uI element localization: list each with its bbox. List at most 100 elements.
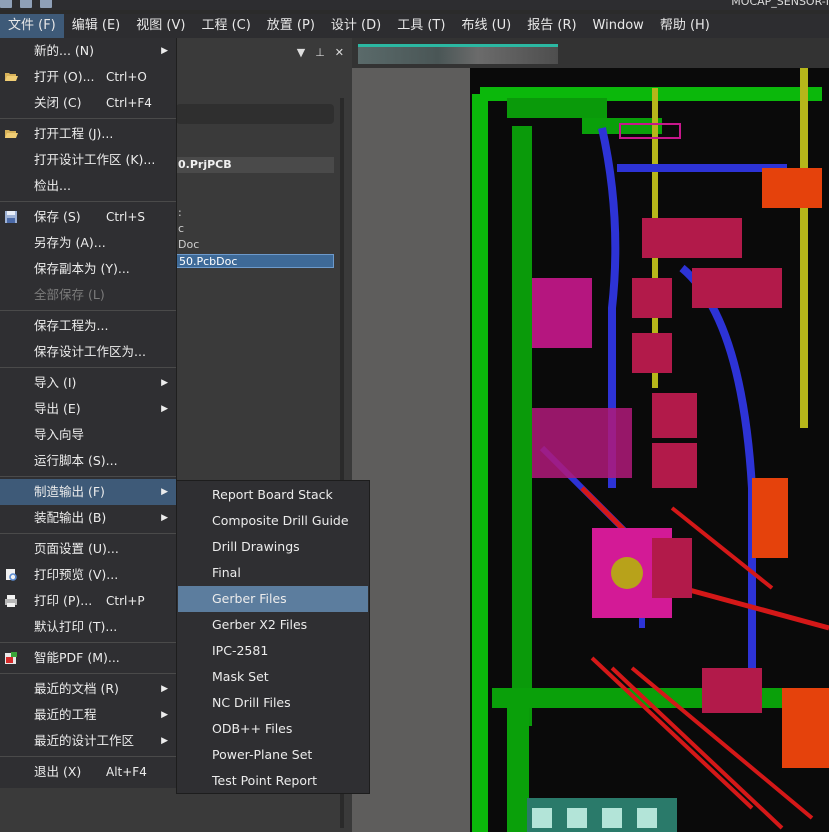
menu-separator [0,367,176,368]
file-menu-page-setup[interactable]: 页面设置 (U)... [0,536,176,562]
file-menu-save-project-as[interactable]: 保存工程为... [0,313,176,339]
project-tree-item[interactable]: c [176,222,334,236]
menu-route[interactable]: 布线 (U) [453,14,519,38]
project-tree-item[interactable]: Doc [176,238,334,252]
submenu-odb-files[interactable]: ODB++ Files [177,716,369,742]
submenu-final[interactable]: Final [177,560,369,586]
menu-item-label: 制造输出 (F) [34,484,105,499]
file-menu-assembly-outputs[interactable]: 装配输出 (B) ▶ [0,505,176,531]
menu-reports[interactable]: 报告 (R) [519,14,584,38]
menu-item-label: 导出 (E) [34,401,81,416]
file-menu-print[interactable]: 打印 (P)... Ctrl+P [0,588,176,614]
file-menu-run-script[interactable]: 运行脚本 (S)... [0,448,176,474]
file-menu-export[interactable]: 导出 (E) ▶ [0,396,176,422]
menu-item-label: 全部保存 (L) [34,287,105,302]
undo-icon[interactable] [40,0,52,8]
panel-search-input[interactable] [176,104,334,124]
file-menu-save-copy-as[interactable]: 保存副本为 (Y)... [0,256,176,282]
file-menu-recent-workspaces[interactable]: 最近的设计工作区 ▶ [0,728,176,754]
save-icon[interactable] [0,0,12,8]
menu-item-label: 导入 (I) [34,375,77,390]
menu-separator [0,201,176,202]
menu-help[interactable]: 帮助 (H) [652,14,718,38]
file-menu-recent-documents[interactable]: 最近的文档 (R) ▶ [0,676,176,702]
quick-access-toolbar [0,0,52,8]
menu-item-label: 打开工程 (J)... [34,126,114,141]
file-menu-open[interactable]: 打开 (O)... Ctrl+O [0,64,176,90]
menu-item-label: 保存设计工作区为... [34,344,146,359]
document-tab-strip [352,38,829,68]
file-menu-save-workspace-as[interactable]: 保存设计工作区为... [0,339,176,365]
menu-view[interactable]: 视图 (V) [128,14,193,38]
menu-edit[interactable]: 编辑 (E) [64,14,129,38]
project-tree-root[interactable]: 0.PrjPCB [176,157,334,173]
menu-item-label: 检出... [34,178,71,193]
menu-file[interactable]: 文件 (F) [0,14,64,38]
file-menu-checkout[interactable]: 检出... [0,173,176,199]
file-menu-default-print[interactable]: 默认打印 (T)... [0,614,176,640]
folder-open-icon [5,73,18,81]
document-tab[interactable] [358,44,558,64]
pcb-canvas[interactable] [352,68,829,832]
file-menu-save-as[interactable]: 另存为 (A)... [0,230,176,256]
menu-item-label: 保存副本为 (Y)... [34,261,130,276]
submenu-nc-drill-files[interactable]: NC Drill Files [177,690,369,716]
file-menu-fabrication-outputs[interactable]: 制造输出 (F) ▶ [0,479,176,505]
submenu-arrow-icon: ▶ [161,46,168,56]
menu-item-label: 打印预览 (V)... [34,567,119,582]
menu-item-shortcut: Alt+F4 [106,765,147,779]
menu-design[interactable]: 设计 (D) [323,14,389,38]
menu-item-label: 最近的设计工作区 [34,733,135,748]
pcb-document-area [352,38,829,832]
submenu-ipc-2581[interactable]: IPC-2581 [177,638,369,664]
submenu-mask-set[interactable]: Mask Set [177,664,369,690]
menu-item-label: 默认打印 (T)... [34,619,118,634]
menu-item-shortcut: Ctrl+S [106,210,146,224]
project-tree-item-selected[interactable]: 50.PcbDoc [176,254,334,268]
title-bar: MOCAP_SENSOR-I [0,0,829,10]
smart-pdf-icon [5,652,17,664]
menu-item-shortcut: Ctrl+F4 [106,96,152,110]
menu-place[interactable]: 放置 (P) [259,14,323,38]
submenu-test-point-report[interactable]: Test Point Report [177,768,369,794]
file-menu-print-preview[interactable]: 打印预览 (V)... [0,562,176,588]
folder-open-icon [5,130,18,138]
submenu-composite-drill-guide[interactable]: Composite Drill Guide [177,508,369,534]
submenu-gerber-x2-files[interactable]: Gerber X2 Files [177,612,369,638]
file-menu-open-project[interactable]: 打开工程 (J)... [0,121,176,147]
submenu-arrow-icon: ▶ [161,710,168,720]
menu-item-label: 智能PDF (M)... [34,650,120,665]
panel-header-controls: ▼ ⊥ ✕ [176,46,348,64]
submenu-report-board-stack[interactable]: Report Board Stack [177,482,369,508]
submenu-arrow-icon: ▶ [161,487,168,497]
project-tree-item[interactable]: : [176,206,334,220]
menu-item-label: 另存为 (A)... [34,235,106,250]
submenu-drill-drawings[interactable]: Drill Drawings [177,534,369,560]
close-icon[interactable]: ✕ [335,46,344,64]
menu-window[interactable]: Window [585,14,652,38]
chevron-down-icon[interactable]: ▼ [297,46,305,64]
pin-icon[interactable]: ⊥ [315,46,325,64]
file-menu-open-workspace[interactable]: 打开设计工作区 (K)... [0,147,176,173]
menu-item-label: 最近的文档 (R) [34,681,119,696]
file-menu-exit[interactable]: 退出 (X) Alt+F4 [0,759,176,785]
file-menu-close[interactable]: 关闭 (C) Ctrl+F4 [0,90,176,116]
fabrication-outputs-submenu: Report Board Stack Composite Drill Guide… [176,480,370,794]
file-menu-import-wizard[interactable]: 导入向导 [0,422,176,448]
save-all-icon[interactable] [20,0,32,8]
menu-tools[interactable]: 工具 (T) [389,14,453,38]
file-menu-import[interactable]: 导入 (I) ▶ [0,370,176,396]
file-menu-smart-pdf[interactable]: 智能PDF (M)... [0,645,176,671]
file-menu-save[interactable]: 保存 (S) Ctrl+S [0,204,176,230]
submenu-gerber-files[interactable]: Gerber Files [178,586,368,612]
submenu-arrow-icon: ▶ [161,404,168,414]
menu-item-label: 打印 (P)... [34,593,93,608]
menu-bar: 文件 (F) 编辑 (E) 视图 (V) 工程 (C) 放置 (P) 设计 (D… [0,14,829,38]
file-menu-recent-projects[interactable]: 最近的工程 ▶ [0,702,176,728]
file-menu-new[interactable]: 新的... (N) ▶ [0,38,176,64]
menu-item-label: 关闭 (C) [34,95,82,110]
menu-separator [0,673,176,674]
submenu-power-plane-set[interactable]: Power-Plane Set [177,742,369,768]
menu-item-label: 导入向导 [34,427,85,442]
menu-project[interactable]: 工程 (C) [193,14,258,38]
